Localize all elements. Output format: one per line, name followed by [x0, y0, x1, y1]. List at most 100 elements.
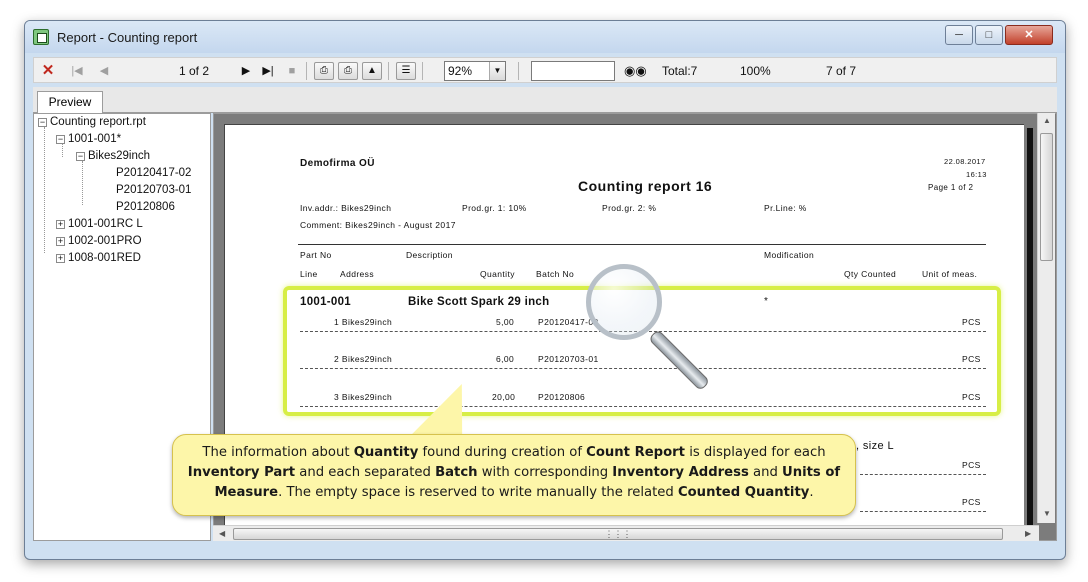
expand-icon[interactable]: + [56, 254, 65, 263]
chevron-down-icon[interactable]: ▼ [489, 62, 505, 80]
collapse-icon[interactable]: − [38, 118, 47, 127]
tree-item[interactable]: P20120806 [116, 201, 175, 213]
toolbar: ✕ |◀ ◀ 1 of 2 ▶ ▶| ■ ⎙ ⎙ ▲ ☰ 92% ▼ ◉◉ To… [33, 57, 1057, 83]
tree-toggle-button[interactable]: ☰ [396, 62, 416, 80]
tree-item[interactable]: P20120703-01 [116, 184, 191, 196]
col-unit: Unit of meas. [922, 269, 978, 279]
percent-label: 100% [740, 64, 771, 78]
close-report-button[interactable]: ✕ [40, 62, 56, 80]
scroll-right-icon[interactable]: ▶ [1025, 529, 1031, 538]
col-line: Line [300, 269, 318, 279]
close-window-button[interactable]: ✕ [1005, 25, 1053, 45]
binoculars-icon: ◉◉ [624, 63, 647, 78]
callout-text: and each separated [295, 465, 436, 480]
maximize-button[interactable]: □ [975, 25, 1003, 45]
export-icon: ▲ [367, 65, 377, 76]
toolbar-separator [306, 62, 307, 80]
scroll-up-icon[interactable]: ▲ [1043, 116, 1051, 125]
scroll-left-icon[interactable]: ◀ [219, 529, 225, 538]
annotation-callout: The information about Quantity found dur… [172, 434, 856, 516]
tree-root[interactable]: − Counting report.rpt [38, 116, 146, 128]
report-time: 16:13 [966, 170, 987, 179]
report-title: Counting report 16 [578, 178, 713, 194]
last-page-icon: ▶| [262, 65, 274, 77]
toolbar-separator [518, 62, 519, 80]
search-input[interactable] [531, 61, 615, 81]
print-setup-icon: ⎙ [344, 65, 352, 76]
tree-item[interactable]: P20120417-02 [116, 167, 191, 179]
horizontal-scroll-thumb[interactable]: ⋮⋮⋮ [233, 528, 1003, 540]
col-qty-counted: Qty Counted [844, 269, 897, 279]
row-divider [860, 511, 986, 512]
col-modification: Modification [764, 250, 815, 260]
tree-toggle-icon: ☰ [401, 65, 411, 76]
report-comment: Comment: Bikes29inch - August 2017 [300, 220, 456, 230]
tab-preview[interactable]: Preview [37, 91, 103, 114]
callout-text: is displayed for each [685, 445, 826, 460]
last-page-button[interactable]: ▶| [260, 62, 276, 80]
next-part-fragment: , size L [856, 440, 895, 452]
callout-text: with corresponding [477, 465, 613, 480]
inv-addr: Inv.addr.: Bikes29inch [300, 203, 392, 213]
callout-bold: Inventory Part [187, 465, 296, 480]
callout-bold: Count Report [586, 445, 685, 460]
vertical-scroll-thumb[interactable] [1040, 133, 1053, 261]
tree-line [62, 143, 63, 157]
pr-line: Pr.Line: % [764, 203, 807, 213]
page-indicator: 1 of 2 [178, 64, 210, 78]
maximize-icon: □ [985, 29, 993, 41]
col-quantity: Quantity [480, 269, 515, 279]
stop-button[interactable]: ■ [286, 62, 298, 80]
export-button[interactable]: ▲ [362, 62, 382, 80]
row-unit: PCS [962, 497, 981, 507]
tree-item[interactable]: +1001-001RC L [56, 218, 143, 230]
page-shadow [1027, 128, 1033, 540]
report-date: 22.08.2017 [944, 157, 986, 166]
scroll-down-icon[interactable]: ▼ [1043, 509, 1051, 518]
title-bar[interactable]: Report - Counting report ─ □ ✕ [25, 21, 1065, 53]
callout-text: . [809, 485, 814, 500]
expand-icon[interactable]: + [56, 237, 65, 246]
window-title: Report - Counting report [57, 30, 198, 45]
callout-bold: Quantity [353, 445, 419, 460]
toolbar-separator [388, 62, 389, 80]
col-batch-no: Batch No [536, 269, 575, 279]
prod-gr-2: Prod.gr. 2: % [602, 203, 657, 213]
tree-item[interactable]: +1008-001RED [56, 252, 141, 264]
header-rule [298, 244, 986, 245]
callout-text: and [748, 465, 783, 480]
col-description: Description [406, 250, 453, 260]
expand-icon[interactable]: + [56, 220, 65, 229]
print-setup-button[interactable]: ⎙ [338, 62, 358, 80]
minimize-button[interactable]: ─ [945, 25, 973, 45]
report-company: Demofirma OÜ [300, 158, 375, 169]
report-page-number: Page 1 of 2 [928, 183, 974, 192]
tree-item[interactable]: −1001-001* [56, 133, 121, 145]
callout-text: The information about [202, 445, 354, 460]
col-part-no: Part No [300, 250, 332, 260]
next-page-button[interactable]: ▶ [240, 62, 252, 80]
prev-page-icon: ◀ [99, 65, 109, 77]
count-label: 7 of 7 [826, 64, 857, 78]
prev-page-button[interactable]: ◀ [98, 62, 110, 80]
collapse-icon[interactable]: − [76, 152, 85, 161]
print-icon: ⎙ [320, 65, 328, 76]
callout-text: found during creation of [418, 445, 587, 460]
close-icon: ✕ [41, 62, 55, 79]
tree-line [82, 161, 83, 205]
col-address: Address [340, 269, 374, 279]
first-page-button[interactable]: |◀ [70, 62, 84, 80]
horizontal-scrollbar[interactable]: ◀ ⋮⋮⋮ ▶ [213, 525, 1039, 541]
callout-bold: Counted Quantity [677, 485, 810, 500]
vertical-scrollbar[interactable]: ▲ ▼ [1037, 113, 1055, 523]
tree-item[interactable]: +1002-001PRO [56, 235, 142, 247]
minimize-icon: ─ [955, 29, 963, 41]
tree-item[interactable]: − Bikes29inch [76, 150, 150, 162]
callout-bold: Batch [435, 465, 478, 480]
zoom-select[interactable]: 92% ▼ [444, 61, 506, 81]
find-button[interactable]: ◉◉ [624, 62, 647, 80]
print-button[interactable]: ⎙ [314, 62, 334, 80]
callout-text: . The empty space is reserved to write m… [278, 485, 678, 500]
collapse-icon[interactable]: − [56, 135, 65, 144]
row-divider [860, 474, 986, 475]
